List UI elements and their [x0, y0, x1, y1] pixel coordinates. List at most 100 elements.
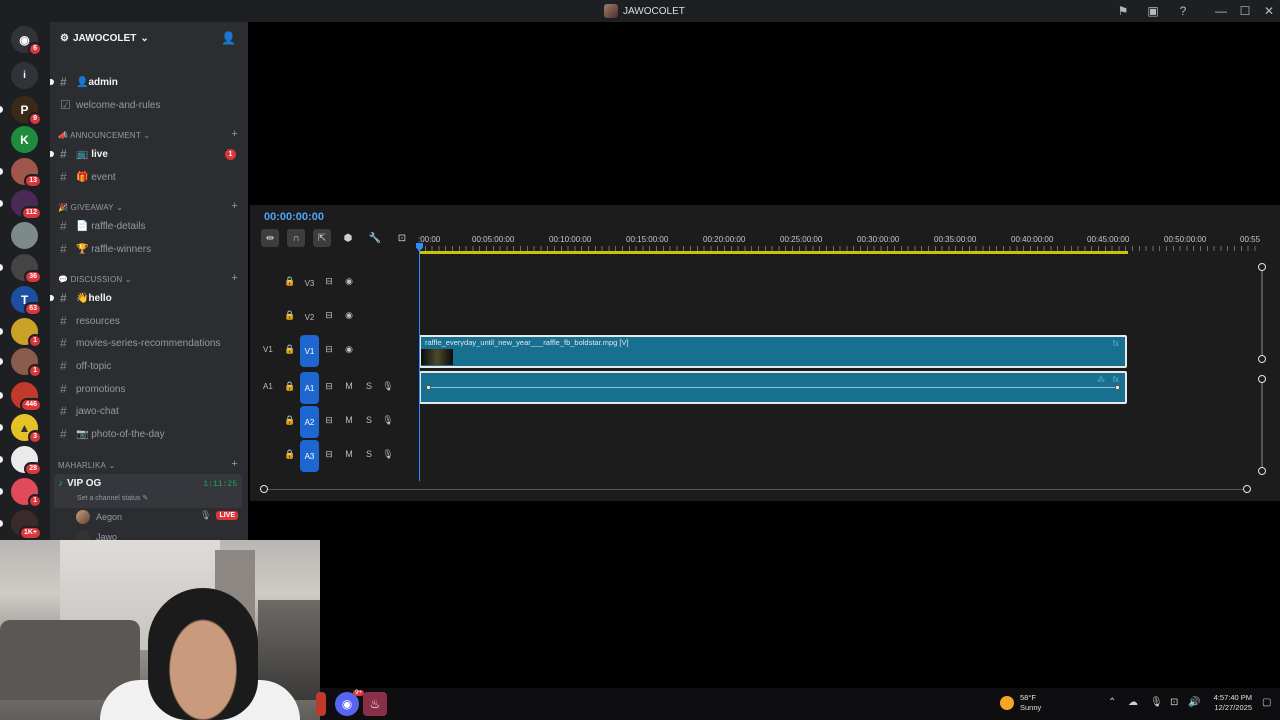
snap-icon[interactable]: ⇹ — [261, 229, 279, 247]
add-channel-icon[interactable]: + — [231, 200, 238, 212]
marker-icon[interactable]: ⬢ — [339, 229, 357, 247]
voice-user[interactable]: Aegon — [76, 508, 122, 526]
source-patch[interactable]: A1 — [263, 382, 273, 391]
guild-icon[interactable]: 446 — [0, 382, 42, 412]
guild-icon[interactable]: 112 — [0, 190, 42, 220]
microphone-icon[interactable]: 🎙 — [382, 449, 394, 460]
playhead[interactable] — [416, 243, 423, 481]
notification-icon[interactable]: ▢ — [1262, 697, 1271, 708]
maximize-icon[interactable]: ☐ — [1237, 3, 1253, 19]
server-header[interactable]: ⚙ JAWOCOLET ⌄ 👤 — [50, 22, 248, 54]
sync-lock-icon[interactable]: ⊟ — [323, 276, 335, 287]
channel-event[interactable]: # 🎁 event — [54, 167, 242, 187]
guild-icon[interactable] — [11, 222, 38, 249]
timeline-zoom-scrollbar[interactable] — [264, 489, 1250, 490]
weather-widget[interactable]: 58°F Sunny — [1000, 693, 1041, 713]
source-patch[interactable]: V1 — [263, 345, 273, 354]
channel-status[interactable]: Set a channel status ✎ — [77, 494, 148, 502]
microphone-icon[interactable]: 🎙 — [382, 415, 394, 426]
guild-icon[interactable]: 1 — [0, 318, 42, 348]
category-maharlika[interactable]: MAHARLIKA ⌄ + — [58, 458, 240, 472]
info-icon[interactable]: i — [11, 62, 38, 89]
add-channel-icon[interactable]: + — [231, 272, 238, 284]
sync-lock-icon[interactable]: ⊟ — [323, 344, 335, 355]
steam-taskbar-icon[interactable]: ♨ — [363, 692, 387, 716]
category-giveaway[interactable]: 🎉 GIVEAWAY ⌄ + — [58, 200, 240, 214]
close-icon[interactable]: ✕ — [1261, 3, 1277, 19]
taskbar-clock[interactable]: 4:57:40 PM 12/27/2025 — [1208, 693, 1252, 713]
guild-icon[interactable]: 13 — [0, 158, 42, 188]
channel-jawo-chat[interactable]: # jawo-chat — [54, 401, 242, 421]
lock-icon[interactable]: 🔒 — [284, 449, 296, 460]
discord-taskbar-icon[interactable]: ◉ 9+ — [335, 690, 364, 716]
minimize-icon[interactable]: — — [1213, 3, 1229, 19]
eye-icon[interactable]: ◉ — [343, 276, 355, 287]
track-label[interactable]: V1 — [300, 335, 319, 367]
channel-welcome-and-rules[interactable]: ☑ welcome-and-rules — [54, 95, 242, 115]
guild-icon[interactable]: 1 — [0, 348, 42, 378]
time-ruler[interactable]: :00:00 00:05:00:00 00:10:00:00 00:15:00:… — [418, 229, 1260, 253]
onedrive-icon[interactable]: ☁ — [1128, 697, 1138, 708]
category-discussion[interactable]: 💬 DISCUSSION ⌄ + — [58, 272, 240, 286]
captions-icon[interactable]: ⊡ — [393, 229, 411, 247]
app-icon[interactable] — [316, 692, 326, 716]
eye-icon[interactable]: ◉ — [343, 310, 355, 321]
guild-icon[interactable]: 1 — [0, 478, 42, 508]
audio-track-scrollbar[interactable] — [1261, 380, 1263, 472]
audio-clip[interactable]: ⁂ fx — [419, 371, 1127, 404]
guild-icon[interactable]: 28 — [0, 446, 42, 476]
sync-lock-icon[interactable]: ⊟ — [323, 449, 335, 460]
mute-button[interactable]: M — [343, 449, 355, 459]
lock-icon[interactable]: 🔒 — [284, 381, 296, 392]
chevron-up-icon[interactable]: ⌃ — [1108, 697, 1116, 708]
channel-hello[interactable]: # 👋hello — [50, 288, 242, 308]
volume-icon[interactable]: 🔊 — [1188, 697, 1200, 708]
channel-movies-series-recommendations[interactable]: # movies-series-recommendations — [54, 333, 242, 353]
category-announcement[interactable]: 📣 ANNOUNCEMENT ⌄ + — [58, 128, 240, 142]
linked-selection-icon[interactable]: ⇱ — [313, 229, 331, 247]
sync-lock-icon[interactable]: ⊟ — [323, 415, 335, 426]
scrollbar-handle[interactable] — [1258, 467, 1266, 475]
eye-icon[interactable]: ◉ — [343, 344, 355, 355]
invite-people-icon[interactable]: 👤 — [221, 31, 236, 45]
lock-icon[interactable]: 🔒 — [284, 276, 296, 287]
video-track-scrollbar[interactable] — [1261, 267, 1263, 360]
channel-live[interactable]: # 📺 live 1 — [50, 144, 242, 164]
scrollbar-handle[interactable] — [1258, 355, 1266, 363]
keyframe-handle[interactable] — [1115, 385, 1120, 390]
work-area-bar[interactable] — [420, 251, 1128, 254]
solo-button[interactable]: S — [363, 381, 375, 391]
add-channel-icon[interactable]: + — [231, 128, 238, 140]
track-label[interactable]: A1 — [300, 372, 319, 404]
network-icon[interactable]: ⊡ — [1170, 697, 1178, 708]
sync-lock-icon[interactable]: ⊟ — [323, 310, 335, 321]
guild-icon[interactable]: 1K+ — [0, 510, 42, 540]
zoom-handle-left[interactable] — [260, 485, 268, 493]
microphone-icon[interactable]: 🎙 — [1150, 697, 1163, 708]
track-label[interactable]: V3 — [300, 267, 319, 299]
guild-icon[interactable]: K — [11, 126, 38, 153]
help-icon[interactable]: ? — [1175, 3, 1191, 19]
track-label[interactable]: A3 — [300, 440, 319, 472]
track-label[interactable]: A2 — [300, 406, 319, 438]
scrollbar-handle[interactable] — [1258, 375, 1266, 383]
discord-home-icon[interactable]: ◉ 6 — [11, 26, 42, 56]
playhead-timecode[interactable]: 00:00:00:00 — [264, 211, 324, 223]
inbox-icon[interactable]: ▣ — [1145, 3, 1161, 19]
channel-resources[interactable]: # resources — [54, 311, 242, 331]
lock-icon[interactable]: 🔒 — [284, 310, 296, 321]
scrollbar-handle[interactable] — [1258, 263, 1266, 271]
zoom-handle-right[interactable] — [1243, 485, 1251, 493]
video-clip[interactable]: raffle_everyday_until_new_year___raffle_… — [419, 335, 1127, 368]
wrench-icon[interactable]: 🔧 — [366, 229, 384, 247]
magnet-icon[interactable]: ∩ — [287, 229, 305, 247]
sync-lock-icon[interactable]: ⊟ — [323, 381, 335, 392]
channel-promotions[interactable]: # promotions — [54, 379, 242, 399]
guild-icon[interactable]: T 63 — [11, 286, 42, 316]
mute-button[interactable]: M — [343, 415, 355, 425]
voice-channel-vip-og[interactable]: ♪ VIP OG 1:11:25 Set a channel status ✎ — [54, 474, 242, 508]
volume-rubber-band[interactable] — [429, 387, 1117, 388]
track-label[interactable]: V2 — [300, 301, 319, 333]
keyframe-handle[interactable] — [426, 385, 431, 390]
add-channel-icon[interactable]: + — [231, 458, 238, 470]
